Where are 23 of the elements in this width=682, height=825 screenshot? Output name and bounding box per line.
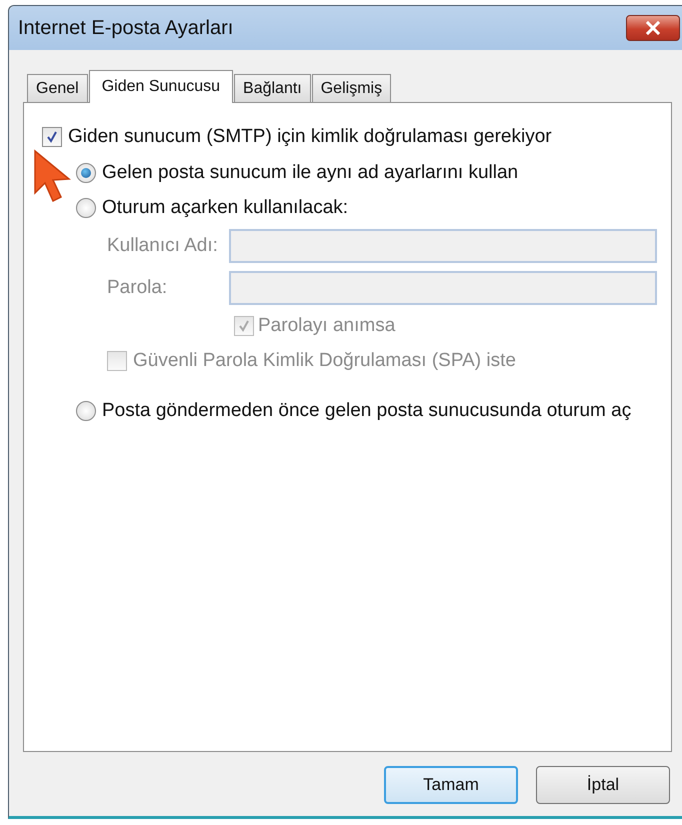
close-icon (644, 21, 662, 35)
radio-button[interactable] (76, 198, 96, 218)
close-button[interactable] (626, 15, 680, 41)
check-icon (237, 319, 251, 333)
window-title: Internet E-posta Ayarları (18, 16, 234, 40)
check-icon (45, 130, 59, 144)
tab[interactable]: Genel (27, 74, 88, 102)
option-label: Giden sunucum (SMTP) için kimlik doğrulaması gerekiyor (68, 126, 552, 148)
radio-button[interactable] (76, 400, 96, 420)
field-label: Kullanıcı Adı: (107, 235, 219, 257)
option-label: Posta göndermeden önce gelen posta sunucusunda oturum aç (102, 400, 632, 422)
tab[interactable]: Bağlantı (234, 74, 311, 102)
tab[interactable]: Gelişmiş (312, 74, 392, 102)
field-label: Parola: (107, 277, 168, 299)
radio-button[interactable] (76, 162, 96, 182)
dialog-button[interactable]: İptal (536, 766, 670, 804)
option-label: Parolayı anımsa (258, 315, 396, 337)
checkbox[interactable] (42, 127, 62, 147)
option-label: Oturum açarken kullanılacak: (102, 196, 348, 218)
option-label: Güvenli Parola Kimlik Doğrulaması (SPA) iste (133, 350, 516, 372)
option-label: Gelen posta sunucum ile aynı ad ayarlarını kullan (102, 162, 518, 184)
dialog-button[interactable]: Tamam (384, 766, 518, 804)
tab[interactable]: Giden Sunucusu (88, 70, 234, 103)
